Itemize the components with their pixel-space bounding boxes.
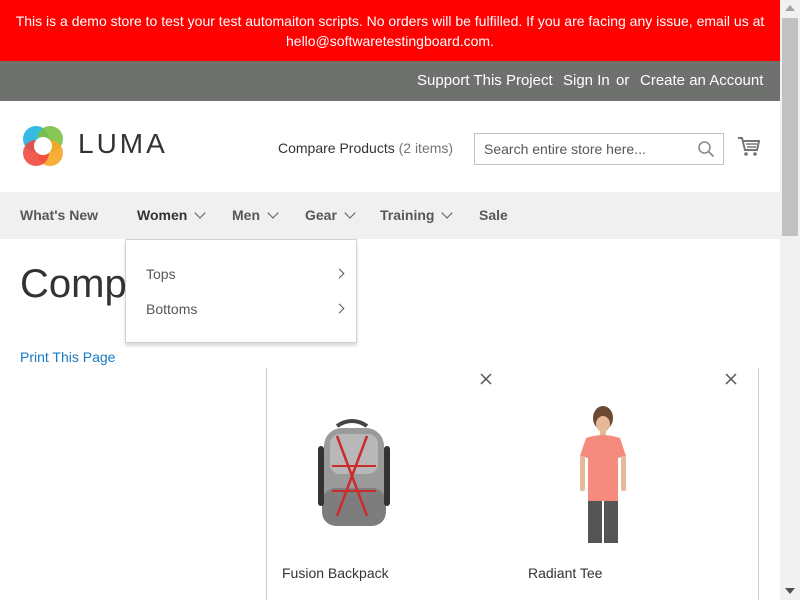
remove-product-icon[interactable] [724, 372, 738, 386]
nav-item-whats-new[interactable]: What's New [20, 207, 98, 223]
print-page-link[interactable]: Print This Page [20, 349, 115, 365]
create-account-link[interactable]: Create an Account [640, 72, 763, 89]
nav-item-sale[interactable]: Sale [479, 207, 508, 223]
nav-item-training[interactable]: Training [380, 207, 454, 223]
chevron-right-icon [334, 268, 345, 279]
scroll-down-arrow-icon[interactable] [785, 588, 795, 594]
submenu-item-label: Tops [146, 266, 176, 282]
shopping-cart-icon[interactable] [737, 135, 761, 159]
nav-item-men[interactable]: Men [232, 207, 279, 223]
luma-logo-text[interactable]: LUMA [78, 128, 168, 160]
compare-products-count: (2 items) [398, 140, 454, 156]
remove-product-icon[interactable] [479, 372, 493, 386]
search-box [474, 133, 724, 165]
nav-item-label: Men [232, 207, 260, 223]
chevron-down-icon [344, 207, 356, 219]
nav-item-women[interactable]: Women [137, 207, 206, 223]
product-column: Fusion Backpack [267, 368, 513, 600]
site-header: LUMA Compare Products (2 items) [0, 101, 780, 192]
nav-item-label: Training [380, 207, 435, 223]
or-separator: or [616, 72, 630, 89]
compare-products-label: Compare Products [278, 140, 395, 156]
product-image-tee[interactable] [528, 406, 668, 546]
submenu-item-tops[interactable]: Tops [146, 266, 352, 282]
submenu-item-label: Bottoms [146, 301, 198, 317]
search-icon[interactable] [697, 140, 715, 158]
demo-notice-email[interactable]: hello@softwaretestingboard.com. [0, 31, 780, 51]
product-column: Radiant Tee [513, 368, 759, 600]
women-submenu: Tops Bottoms [125, 239, 357, 343]
scrollbar-thumb[interactable] [782, 18, 798, 236]
scroll-up-arrow-icon[interactable] [785, 5, 795, 11]
chevron-down-icon [267, 207, 279, 219]
nav-item-gear[interactable]: Gear [305, 207, 356, 223]
sign-in-link[interactable]: Sign In [563, 72, 610, 89]
page: This is a demo store to test your test a… [0, 0, 780, 600]
chevron-down-icon [441, 207, 454, 219]
nav-item-label: What's New [20, 207, 99, 223]
chevron-down-icon [194, 207, 206, 219]
demo-notice-line1: This is a demo store to test your test a… [15, 13, 765, 29]
vertical-scrollbar[interactable] [780, 0, 800, 600]
submenu-item-bottoms[interactable]: Bottoms [146, 301, 352, 317]
product-name-link[interactable]: Fusion Backpack [282, 565, 389, 581]
compare-products-link[interactable]: Compare Products (2 items) [278, 140, 453, 156]
top-links-bar: Support This Project Sign In or Create a… [0, 61, 780, 101]
chevron-right-icon [334, 303, 345, 314]
product-name-link[interactable]: Radiant Tee [528, 565, 602, 581]
comparison-table: Fusion Backpack Radiant Tee [266, 368, 759, 600]
support-project-link[interactable]: Support This Project [417, 72, 553, 89]
main-navigation: What's New Women Men Gear Training Sale [0, 192, 780, 239]
nav-item-label: Gear [305, 207, 337, 223]
product-image-backpack[interactable] [282, 406, 422, 546]
page-title: Comp [20, 262, 127, 306]
demo-notice-banner: This is a demo store to test your test a… [0, 0, 780, 61]
search-input[interactable] [475, 134, 685, 164]
nav-item-label: Women [137, 207, 188, 223]
luma-logo-icon[interactable] [20, 123, 66, 169]
nav-item-label: Sale [479, 207, 508, 223]
